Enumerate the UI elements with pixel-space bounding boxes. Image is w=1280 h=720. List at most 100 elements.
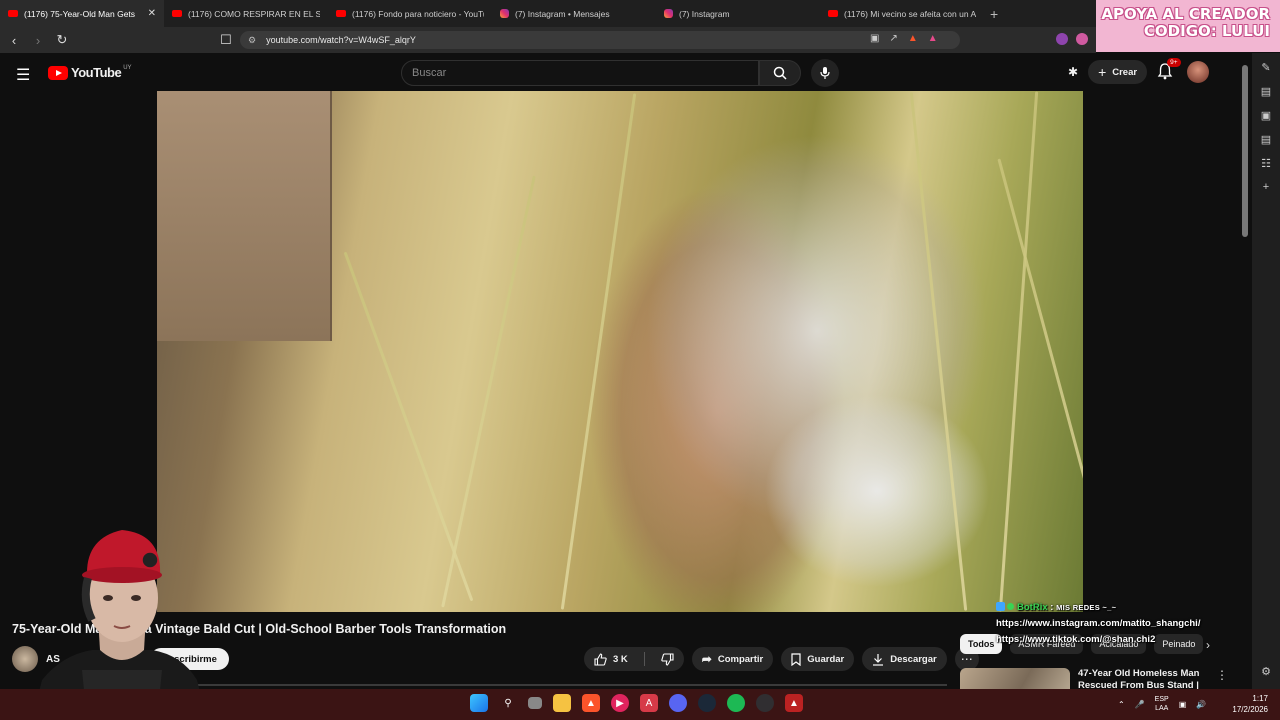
grass-stalk [997, 158, 1083, 605]
grass-stalk [998, 91, 1039, 612]
sidebar-bookmarks-icon[interactable]: ☷ [1261, 157, 1271, 170]
page-scrollbar[interactable] [1240, 55, 1250, 689]
brave-shield-icon[interactable]: ▲ [908, 33, 918, 44]
thumbs-down-icon [661, 652, 674, 666]
youtube-header: ☰ YouTube UY ✱ + Crear 9+ [0, 53, 1240, 91]
account-avatar[interactable] [1187, 61, 1210, 83]
notifications-button[interactable]: 9+ [1157, 58, 1181, 82]
instagram-icon [664, 9, 673, 18]
language-indicator[interactable]: ESP LAA [1155, 695, 1169, 713]
steam-icon[interactable] [698, 694, 716, 712]
extension-icon[interactable] [1076, 33, 1088, 45]
extension-icon[interactable] [1056, 33, 1068, 45]
clock-time: 1:17 [1252, 694, 1268, 703]
sidebar-settings-icon[interactable]: ⚙ [1261, 665, 1271, 678]
forward-icon[interactable]: › [28, 30, 48, 50]
share-arrow-icon: ➦ [701, 652, 712, 666]
create-button[interactable]: + Crear [1088, 60, 1148, 84]
recommended-video[interactable]: 47-Year Old Homeless Man Rescued From Bu… [960, 668, 1240, 690]
brave-browser-icon[interactable]: ▲ [582, 694, 600, 712]
save-button[interactable]: Guardar [781, 647, 855, 671]
youtube-icon [336, 10, 346, 17]
media-player-icon[interactable]: ▶ [611, 694, 629, 712]
stream-chat-overlay: BotRix : MIS REDES ~_~ https://www.insta… [996, 600, 1236, 648]
volume-icon[interactable]: 🔊 [1196, 700, 1206, 709]
plus-icon: + [1098, 64, 1107, 80]
sidebar-reader-icon[interactable]: ▤ [1261, 85, 1271, 98]
windows-start-icon[interactable] [470, 694, 488, 712]
scrollbar-thumb[interactable] [1242, 65, 1248, 237]
browser-sidebar: ✎ ▤ ▣ ▤ ☷ + ⚙ [1252, 53, 1280, 693]
grass-stalk [441, 175, 536, 608]
voice-search-button[interactable] [811, 59, 839, 87]
address-bar-icons: ▣ ↗ ▲ ▲ [870, 33, 938, 44]
app-icon[interactable]: ▲ [785, 694, 803, 712]
tab-1[interactable]: (1176) 75-Year-Old Man Gets ✕ [0, 0, 164, 27]
promo-line-2: CODIGO: LULUI [1143, 22, 1270, 40]
tab-6[interactable]: (1176) Mi vecino se afeita con un ALI [820, 0, 984, 27]
tab-2[interactable]: (1176) COMO RESPIRAR EN EL SER H [164, 0, 328, 27]
tab-title: (1176) Mi vecino se afeita con un ALI [844, 8, 976, 19]
back-icon[interactable]: ‹ [4, 30, 24, 50]
task-view-icon[interactable] [528, 697, 542, 709]
youtube-logo[interactable]: YouTube UY [48, 65, 132, 80]
download-label: Descargar [890, 653, 937, 665]
search-box [401, 60, 759, 86]
new-tab-button[interactable]: + [990, 6, 998, 22]
sidebar-wallet-icon[interactable]: ▣ [1261, 109, 1271, 122]
microphone-icon[interactable]: 🎤 [1135, 700, 1145, 709]
dislike-button[interactable] [651, 647, 684, 671]
menu-icon[interactable]: ☰ [16, 65, 30, 85]
video-frame[interactable] [157, 91, 1083, 612]
share-icon[interactable]: ↗ [889, 33, 897, 44]
cast-icon[interactable]: ▣ [870, 33, 879, 44]
adobe-icon[interactable]: A [640, 694, 658, 712]
like-button[interactable]: 3 K [584, 647, 638, 671]
more-vertical-icon[interactable]: ⋮ [1216, 668, 1228, 690]
promo-line-1: APOYA AL CREADOR [1101, 5, 1270, 23]
extension-icons [1056, 33, 1088, 45]
close-tab-icon[interactable]: ✕ [148, 8, 156, 19]
divider [157, 684, 947, 686]
like-count: 3 K [613, 653, 628, 665]
tray-overflow-icon[interactable]: ⌃ [1118, 700, 1125, 709]
discord-icon[interactable] [669, 694, 687, 712]
tab-5[interactable]: (7) Instagram [656, 0, 820, 27]
badge-icon [1007, 603, 1014, 610]
sidebar-add-icon[interactable]: + [1263, 181, 1269, 193]
download-icon [873, 653, 884, 666]
tab-3[interactable]: (1176) Fondo para noticiero - YouTub [328, 0, 492, 27]
file-explorer-icon[interactable] [553, 694, 571, 712]
obs-icon[interactable] [756, 694, 774, 712]
sidebar-pin-icon[interactable]: ✎ [1261, 61, 1270, 74]
divider [643, 652, 645, 666]
extension-puzzle-icon[interactable]: ✱ [1068, 65, 1078, 79]
youtube-icon [828, 10, 838, 17]
spotify-icon[interactable] [727, 694, 745, 712]
search-input[interactable] [412, 67, 758, 79]
search-icon[interactable]: ⚲ [499, 694, 517, 712]
save-label: Guardar [807, 653, 845, 665]
system-clock[interactable]: 1:17 17/2/2026 [1228, 693, 1268, 715]
download-button[interactable]: Descargar [862, 647, 947, 671]
url-text: youtube.com/watch?v=W4wSF_alqrY [266, 35, 416, 45]
reload-icon[interactable]: ↻ [52, 30, 72, 50]
sidebar-reading-list-icon[interactable]: ▤ [1261, 133, 1271, 146]
video-thumbnail[interactable] [960, 668, 1070, 690]
bookmark-icon[interactable]: ☐ [216, 30, 236, 50]
taskbar-apps: ⚲ ▲ ▶ A ▲ [470, 694, 803, 712]
tab-4[interactable]: (7) Instagram • Mensajes [492, 0, 656, 27]
share-button[interactable]: ➦ Compartir [691, 647, 774, 671]
country-code: UY [123, 64, 132, 71]
chat-username: BotRix [1017, 602, 1048, 613]
search-button[interactable] [759, 60, 801, 86]
grass-stalk [560, 93, 637, 610]
network-icon[interactable]: ▣ [1179, 700, 1187, 709]
site-info-icon[interactable]: ⚙ [248, 35, 256, 46]
recommended-title[interactable]: 47-Year Old Homeless Man Rescued From Bu… [1078, 668, 1208, 690]
browser-toolbar: ‹ › ↻ ☐ ⚙ youtube.com/watch?v=W4wSF_alqr… [0, 27, 1096, 53]
tab-title: (7) Instagram [679, 8, 730, 19]
address-bar[interactable]: ⚙ youtube.com/watch?v=W4wSF_alqrY [240, 31, 960, 49]
notification-badge: 9+ [1167, 58, 1181, 67]
rewards-icon[interactable]: ▲ [928, 33, 938, 44]
